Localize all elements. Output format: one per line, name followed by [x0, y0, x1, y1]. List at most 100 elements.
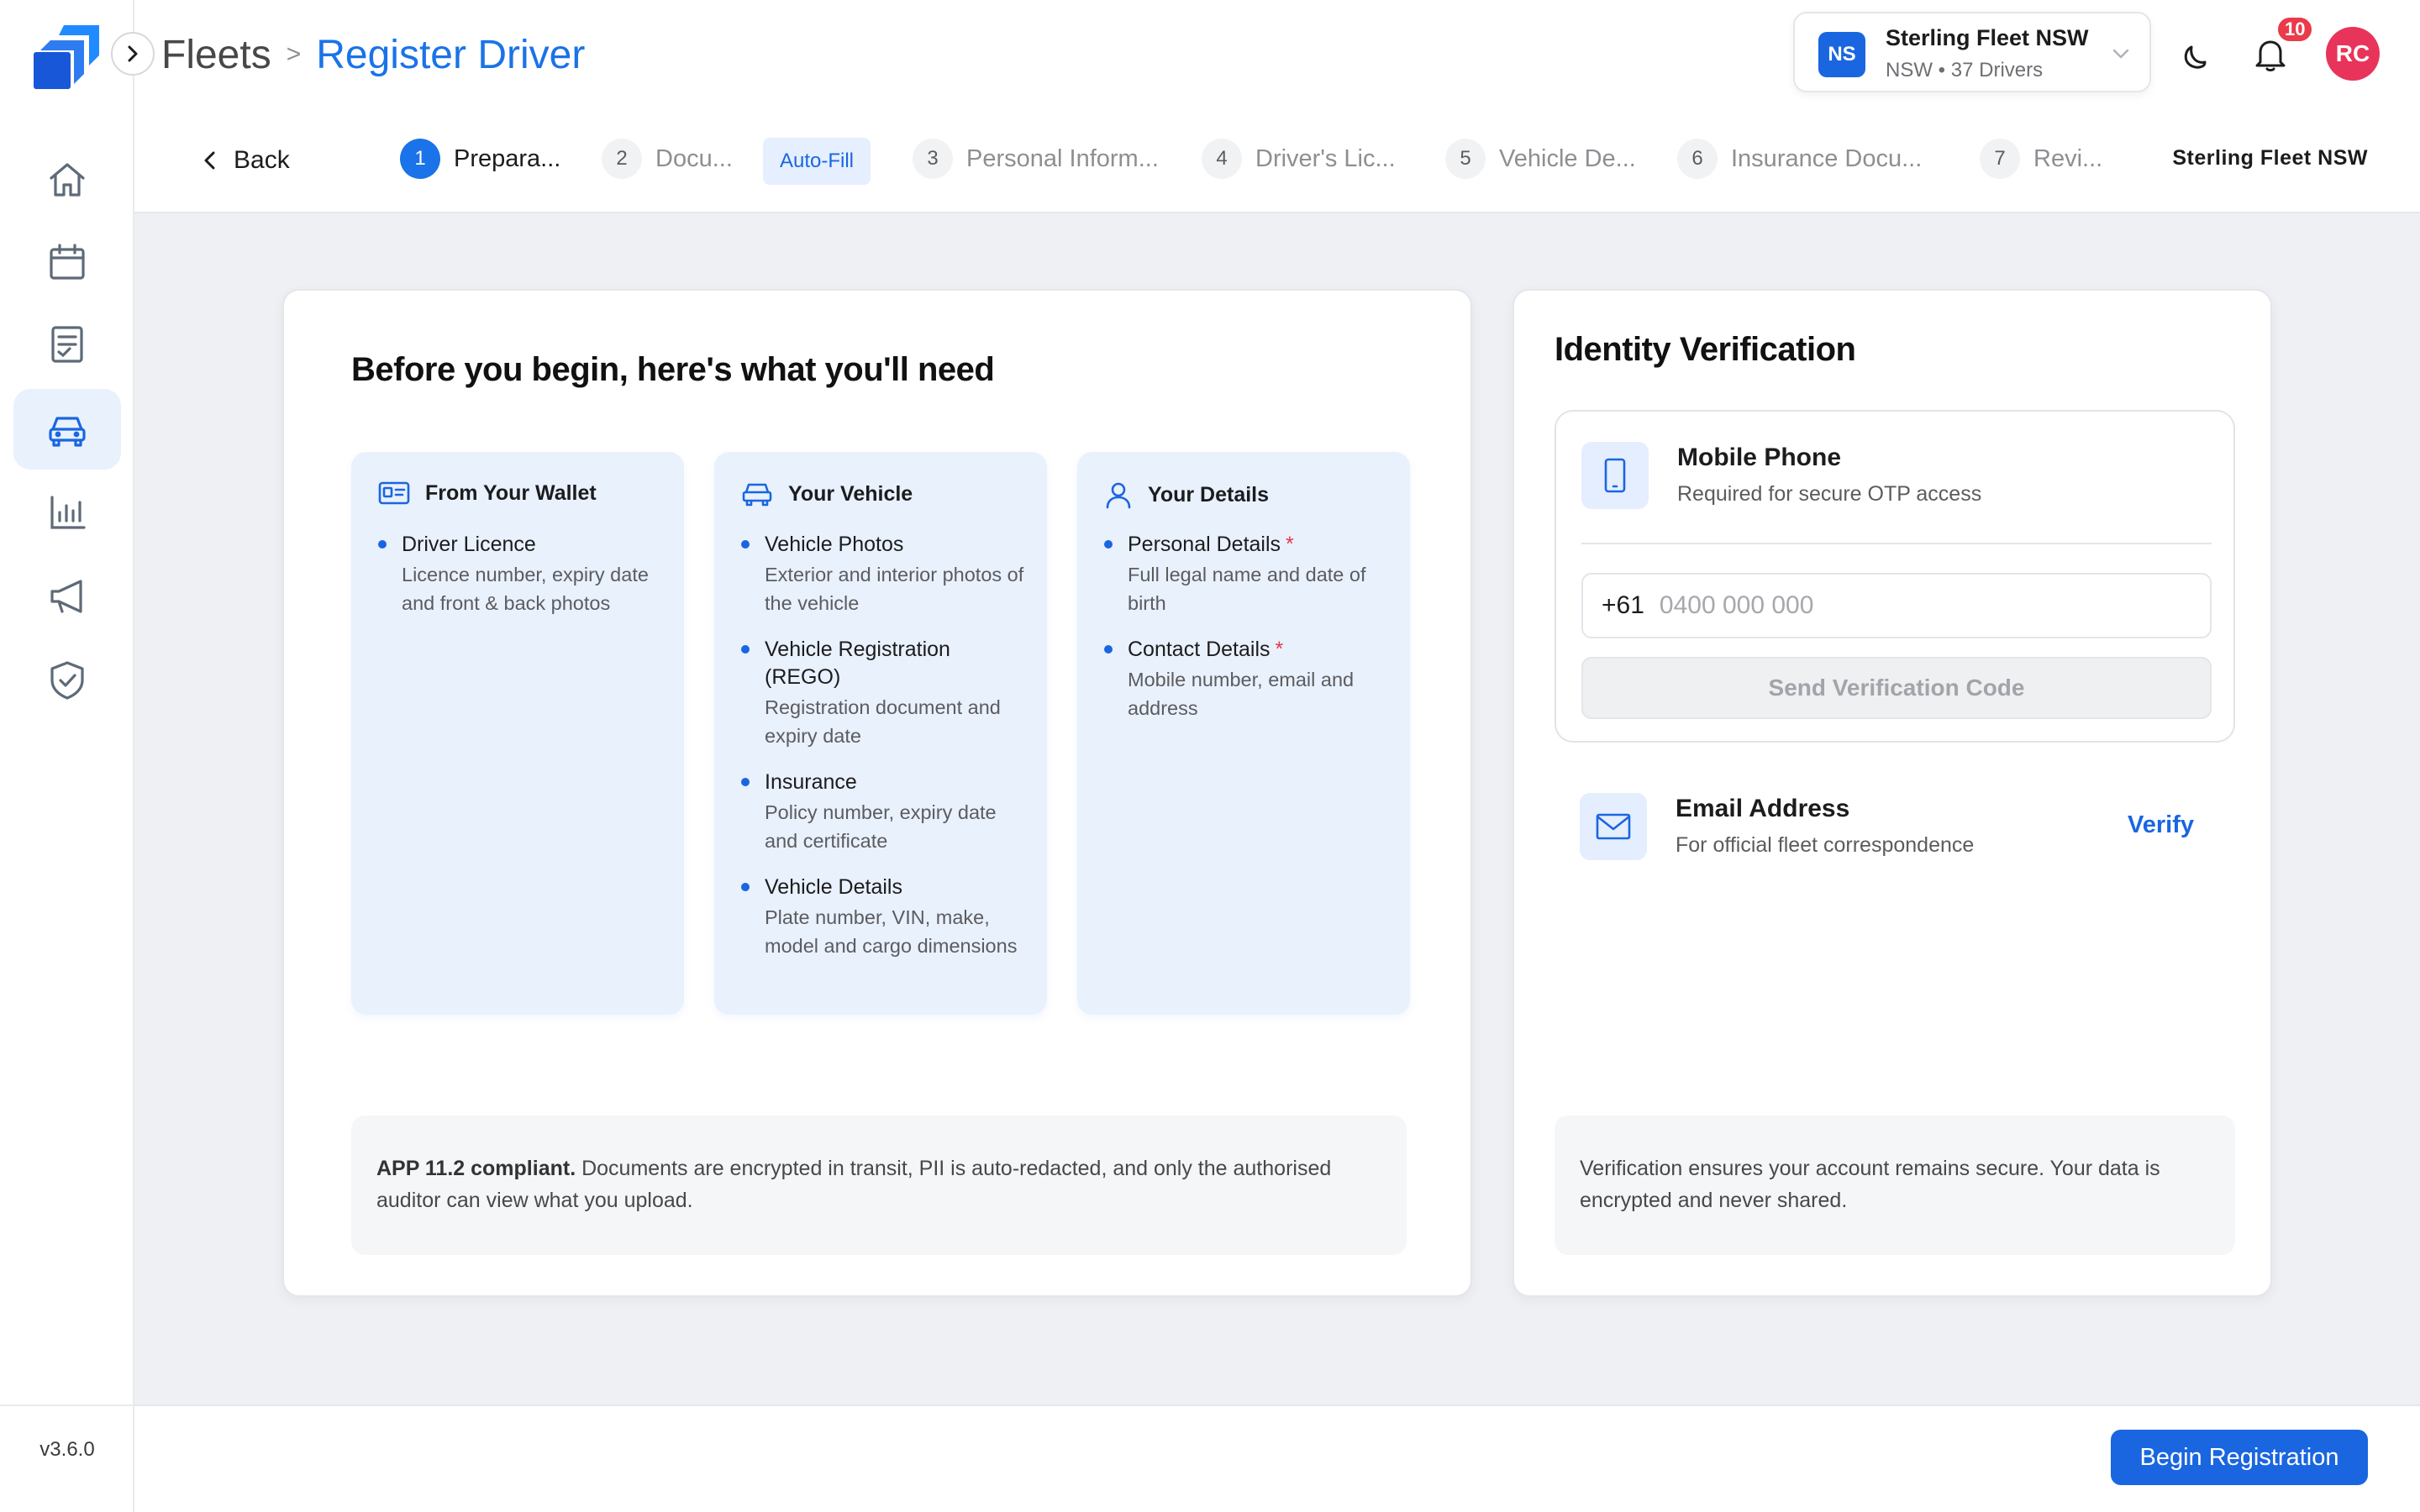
- email-address-title: Email Address: [1676, 795, 1850, 822]
- verify-email-button[interactable]: Verify: [2128, 811, 2194, 839]
- list-item: Personal Details * Full legal name and da…: [1104, 531, 1390, 617]
- top-header: Fleets > Register Driver NS Sterling Fle…: [134, 0, 2420, 109]
- id-card-icon: [378, 481, 410, 505]
- breadcrumb: Fleets > Register Driver: [161, 25, 585, 84]
- sidebar-item-announcements[interactable]: [13, 556, 121, 637]
- sidebar-item-analytics[interactable]: [13, 472, 121, 553]
- verification-note: Verification ensures your account remain…: [1555, 1116, 2235, 1255]
- back-label: Back: [234, 146, 290, 174]
- step-number: 7: [1980, 139, 2020, 179]
- requirement-item-desc: Full legal name and date of birth: [1128, 564, 1366, 614]
- requirements-card: Before you begin, here's what you'll nee…: [282, 289, 1472, 1297]
- list-item: Vehicle Photos Exterior and interior pho…: [741, 531, 1027, 617]
- org-switcher[interactable]: NS Sterling Fleet NSW NSW • 37 Drivers: [1793, 12, 2151, 92]
- step-label: Insurance Docu...: [1731, 144, 1923, 172]
- bar-chart-icon: [50, 496, 86, 529]
- sidebar: v3.6.0: [0, 0, 134, 1512]
- step-3[interactable]: 3 Personal Inform...: [913, 136, 1159, 181]
- requirement-column-title: From Your Wallet: [425, 480, 597, 505]
- send-verification-code-button[interactable]: Send Verification Code: [1581, 657, 2212, 719]
- begin-registration-button[interactable]: Begin Registration: [2111, 1430, 2368, 1485]
- phone-icon-tile: [1581, 442, 1649, 509]
- requirement-item-title: Driver Licence: [402, 533, 536, 556]
- phone-number-input[interactable]: +61 0400 000 000: [1581, 573, 2212, 638]
- requirement-column-title: Your Vehicle: [788, 481, 913, 506]
- sidebar-item-compliance[interactable]: [13, 640, 121, 721]
- panel-divider: [1581, 543, 2212, 544]
- org-subtitle: NSW • 37 Drivers: [1886, 59, 2043, 82]
- back-button[interactable]: Back: [202, 146, 290, 175]
- step-7[interactable]: 7 Revi...: [1980, 136, 2102, 181]
- theme-toggle-button[interactable]: [2180, 37, 2217, 74]
- breadcrumb-root[interactable]: Fleets: [161, 32, 271, 78]
- requirement-item-title: Contact Details *: [1128, 638, 1284, 661]
- requirement-column-title: Your Details: [1148, 482, 1270, 507]
- org-dot: •: [1938, 59, 1946, 81]
- requirement-item-desc: Exterior and interior photos of the vehi…: [765, 564, 1024, 614]
- moon-icon: [2184, 45, 2207, 69]
- step-label: Vehicle De...: [1499, 144, 1636, 172]
- email-address-subtitle: For official fleet correspondence: [1676, 833, 1975, 857]
- breadcrumb-separator: >: [286, 40, 302, 68]
- requirement-item-title: Personal Details *: [1128, 533, 1294, 556]
- mobile-phone-title: Mobile Phone: [1677, 444, 1841, 471]
- step-navigation: Back 1 Prepara... 2 Docu... Auto-Fill 3 …: [134, 109, 2420, 213]
- mobile-phone-subtitle: Required for secure OTP access: [1677, 482, 1982, 506]
- sidebar-item-home[interactable]: [13, 139, 121, 220]
- requirement-list: Personal Details * Full legal name and da…: [1104, 531, 1390, 741]
- required-marker: *: [1275, 638, 1284, 661]
- sidebar-divider: [0, 1404, 134, 1406]
- user-avatar[interactable]: RC: [2326, 27, 2380, 81]
- identity-verification-card: Identity Verification Mobile Phone Requi…: [1512, 289, 2272, 1297]
- step-label: Prepara...: [454, 144, 561, 172]
- notification-badge: 10: [2275, 15, 2315, 44]
- compliance-note-bold: APP 11.2 compliant.: [376, 1157, 576, 1180]
- required-marker: *: [1286, 533, 1294, 556]
- step-label: Docu...: [655, 144, 733, 172]
- app-logo[interactable]: [30, 22, 106, 94]
- footer-bar: Begin Registration: [134, 1404, 2420, 1512]
- org-name: Sterling Fleet NSW: [1886, 25, 2089, 50]
- list-item: Insurance Policy number, expiry date and…: [741, 769, 1027, 855]
- chevron-right-icon: [128, 45, 138, 62]
- identity-verification-title: Identity Verification: [1555, 331, 1856, 368]
- org-badge: NS: [1818, 32, 1865, 77]
- mobile-phone-panel: Mobile Phone Required for secure OTP acc…: [1555, 410, 2235, 743]
- requirement-item-desc: Licence number, expiry date and front & …: [402, 564, 649, 614]
- megaphone-icon: [50, 580, 82, 613]
- step-2[interactable]: 2 Docu...: [602, 136, 733, 181]
- autofill-button[interactable]: Auto-Fill: [763, 138, 871, 185]
- step-5[interactable]: 5 Vehicle De...: [1445, 136, 1636, 181]
- step-1[interactable]: 1 Prepara...: [400, 136, 560, 181]
- sidebar-item-documents[interactable]: [13, 304, 121, 385]
- shield-check-icon: [50, 661, 84, 700]
- list-item: Driver Licence Licence number, expiry da…: [378, 531, 664, 617]
- home-icon: [50, 163, 85, 197]
- requirement-item-title: Insurance: [765, 770, 857, 794]
- step-4[interactable]: 4 Driver's Lic...: [1202, 136, 1396, 181]
- requirement-item-title: Vehicle Registration (REGO): [765, 638, 950, 689]
- requirement-item-desc: Policy number, expiry date and certifica…: [765, 801, 997, 852]
- country-code[interactable]: +61: [1602, 591, 1644, 620]
- step-6[interactable]: 6 Insurance Docu...: [1677, 136, 1922, 181]
- requirement-column-vehicle: Your Vehicle Vehicle Photos Exterior and…: [714, 452, 1047, 1015]
- phone-placeholder: 0400 000 000: [1659, 591, 1814, 619]
- page-title: Register Driver: [316, 32, 586, 77]
- step-number: 5: [1445, 139, 1486, 179]
- step-number: 2: [602, 139, 642, 179]
- car-icon: [742, 483, 772, 507]
- org-region: NSW: [1886, 59, 1933, 81]
- step-number: 6: [1677, 139, 1718, 179]
- org-driver-count: 37 Drivers: [1950, 59, 2044, 81]
- requirement-item-desc: Mobile number, email and address: [1128, 669, 1355, 719]
- document-icon: [51, 326, 83, 363]
- app-version: v3.6.0: [39, 1438, 95, 1461]
- mail-icon: [1596, 813, 1631, 840]
- requirement-list: Vehicle Photos Exterior and interior pho…: [741, 531, 1027, 979]
- sidebar-item-fleets[interactable]: [13, 389, 121, 470]
- requirement-column-header: From Your Wallet: [378, 480, 597, 506]
- chevron-left-icon: [204, 151, 215, 170]
- list-item: Vehicle Registration (REGO) Registration…: [741, 636, 1027, 750]
- sidebar-toggle-button[interactable]: [111, 32, 155, 76]
- sidebar-item-calendar[interactable]: [13, 222, 121, 302]
